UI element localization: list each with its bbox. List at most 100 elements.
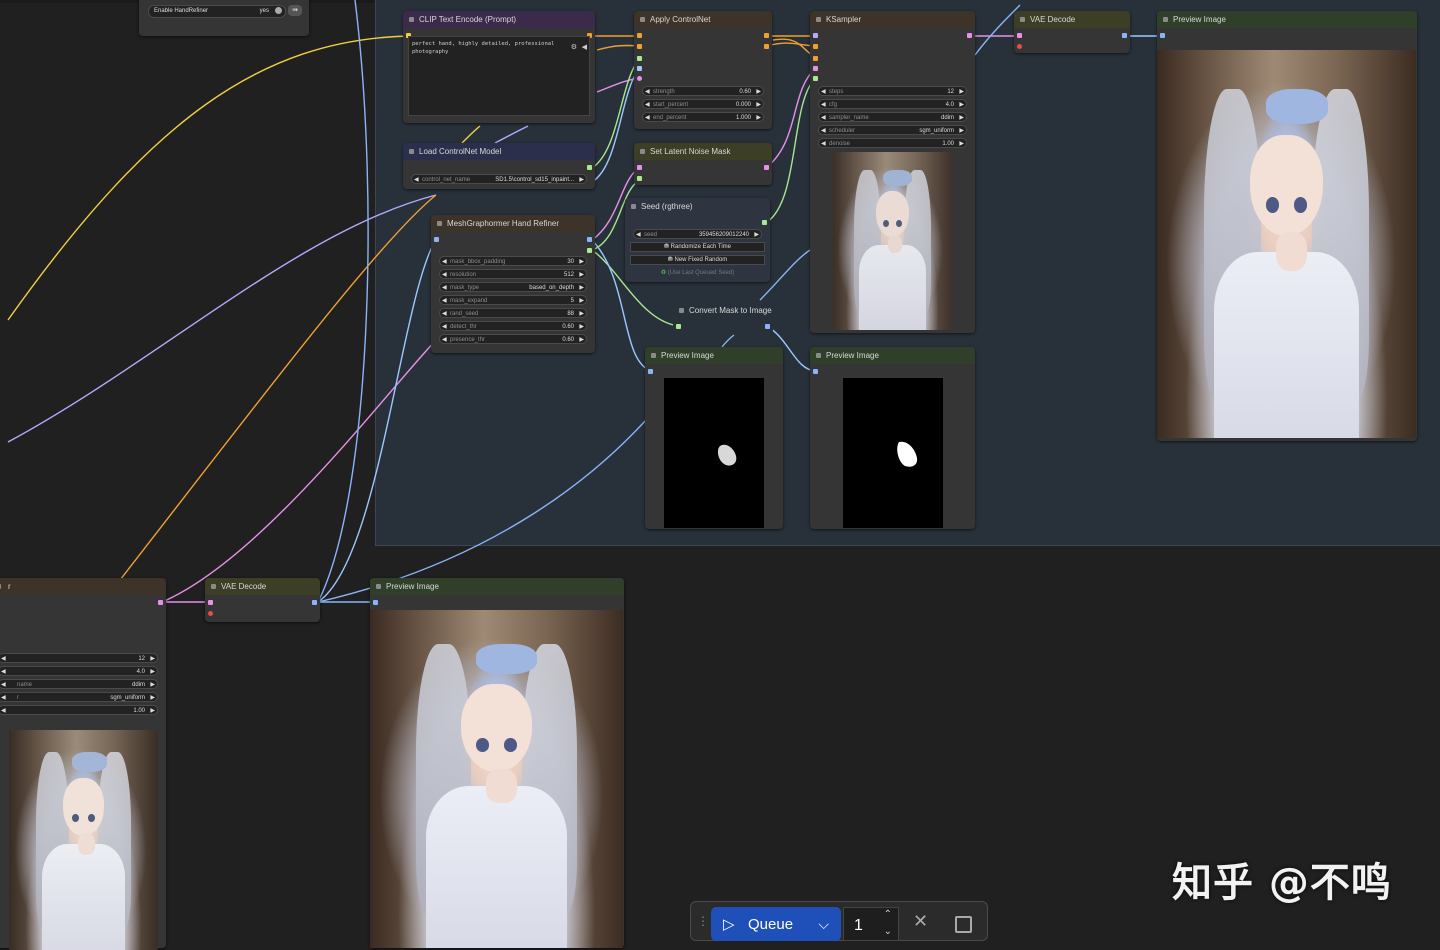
load-controlnet-node[interactable]: Load ControlNet Model control_net_name S… <box>403 143 595 189</box>
convert-mask-node[interactable]: Convert Mask to Image <box>673 302 773 334</box>
scheduler-widget[interactable]: scheduler sgm_uniform <box>818 125 967 136</box>
input-port[interactable] <box>1160 33 1165 38</box>
input-port[interactable] <box>637 176 642 181</box>
bottom-sampler-node[interactable]: r 12 4.0 name ddim r sgm_uniform 1.00 <box>0 578 166 950</box>
output-port[interactable] <box>967 33 972 38</box>
widget-value: ddim <box>940 115 954 121</box>
input-port[interactable] <box>637 56 642 61</box>
dice-icon: ⛃ <box>663 244 671 250</box>
cfg-widget[interactable]: cfg 4.0 <box>818 99 967 110</box>
mesh-graphormer-node[interactable]: MeshGraphormer Hand Refiner mask_bbox_pa… <box>431 215 595 353</box>
output-port[interactable] <box>765 324 770 329</box>
output-port[interactable] <box>764 165 769 170</box>
ksampler-node[interactable]: KSampler steps 12 cfg 4.0 sampler_name d… <box>810 11 975 333</box>
output-port[interactable] <box>587 237 592 242</box>
mask-bbox-padding-widget[interactable]: mask_bbox_padding 30 <box>439 256 587 267</box>
steps-widget[interactable]: 12 <box>0 653 158 664</box>
preview-image-mask2-node[interactable]: Preview Image <box>810 347 975 529</box>
latent-preview-image <box>9 730 158 950</box>
denoise-widget[interactable]: 1.00 <box>0 705 158 716</box>
mask-type-widget[interactable]: mask_type based_on_depth <box>439 282 587 293</box>
output-port[interactable] <box>762 220 767 225</box>
sampler-name-widget[interactable]: sampler_name ddim <box>818 112 967 123</box>
scheduler-widget[interactable]: r sgm_uniform <box>0 692 158 703</box>
output-port[interactable] <box>312 600 317 605</box>
widget-label: sampler_name <box>829 115 869 121</box>
seed-widget[interactable]: seed 359456209012240 <box>633 229 762 240</box>
widget-value: 4.0 <box>945 102 954 108</box>
stop-icon[interactable] <box>955 916 972 933</box>
drag-handle-icon[interactable]: ⋮ <box>697 914 709 928</box>
input-port[interactable] <box>373 600 378 605</box>
enable-handrefiner-toggle[interactable]: Enable HandRefiner yes <box>148 5 286 18</box>
clip-text-encode-node[interactable]: CLIP Text Encode (Prompt) perfect hand, … <box>403 11 595 123</box>
preview-image-top-node[interactable]: Preview Image <box>1157 11 1417 441</box>
widget-label: scheduler <box>829 128 856 134</box>
vae-decode-bottom-node[interactable]: VAE Decode <box>205 578 320 622</box>
start-percent-widget[interactable]: start_percent 0.000 <box>642 99 764 110</box>
input-port[interactable] <box>813 66 818 71</box>
randomize-each-time-button[interactable]: ⛃ Randomize Each Time <box>630 242 765 252</box>
input-port[interactable] <box>208 600 213 605</box>
output-port[interactable] <box>158 600 163 605</box>
set-latent-noise-mask-node[interactable]: Set Latent Noise Mask <box>634 143 772 185</box>
vae-decode-top-node[interactable]: VAE Decode <box>1014 11 1130 53</box>
input-port[interactable] <box>676 324 681 329</box>
input-port[interactable] <box>813 44 818 49</box>
watermark: 知乎 @不鸣 <box>1172 860 1392 906</box>
output-port[interactable] <box>587 248 592 253</box>
input-port[interactable] <box>637 44 642 49</box>
input-port[interactable] <box>637 33 642 38</box>
play-icon: ▷ <box>723 916 735 933</box>
gear-icon[interactable]: ⚙ <box>571 43 577 51</box>
batch-count-input[interactable]: 1 ⌃ ⌄ <box>843 907 899 941</box>
input-port[interactable] <box>1017 44 1022 49</box>
use-last-queued-seed-button[interactable]: ♻ (Use Last Queued Seed) <box>630 269 765 278</box>
input-port[interactable] <box>1017 33 1022 38</box>
end-percent-widget[interactable]: end_percent 1.000 <box>642 112 764 123</box>
queue-label: Queue <box>748 916 794 933</box>
input-port[interactable] <box>637 66 642 71</box>
speaker-icon[interactable]: ◀ <box>582 43 587 51</box>
toggle-action-button[interactable]: ⇛ <box>288 5 302 16</box>
apply-controlnet-node[interactable]: Apply ControlNet strength 0.60 start_per… <box>634 11 772 129</box>
input-port[interactable] <box>208 611 213 616</box>
sampler-name-widget[interactable]: name ddim <box>0 679 158 690</box>
mask-expand-widget[interactable]: mask_expand 5 <box>439 295 587 306</box>
prompt-textarea[interactable]: perfect hand, highly detailed, professio… <box>408 36 590 116</box>
preview-image-bottom-node[interactable]: Preview Image <box>370 578 624 948</box>
denoise-widget[interactable]: denoise 1.00 <box>818 138 967 149</box>
rand-seed-widget[interactable]: rand_seed 88 <box>439 308 587 319</box>
control-net-name-widget[interactable]: control_net_name SD1.5\control_sd15_inpa… <box>411 174 587 185</box>
widget-label: rand_seed <box>450 311 479 317</box>
output-port[interactable] <box>764 33 769 38</box>
close-icon[interactable]: ✕ <box>913 911 928 932</box>
input-port[interactable] <box>637 76 642 81</box>
input-port[interactable] <box>648 369 653 374</box>
input-port[interactable] <box>813 76 818 81</box>
output-port[interactable] <box>764 44 769 49</box>
preview-image-mask-node[interactable]: Preview Image <box>645 347 783 529</box>
input-port[interactable] <box>434 237 439 242</box>
toggle-knob <box>275 7 282 14</box>
cfg-widget[interactable]: 4.0 <box>0 666 158 677</box>
output-port[interactable] <box>587 165 592 170</box>
seed-node[interactable]: Seed (rgthree) seed 359456209012240 ⛃ Ra… <box>625 198 770 282</box>
decrement-icon[interactable]: ⌄ <box>884 914 892 950</box>
input-port[interactable] <box>813 56 818 61</box>
queue-button[interactable]: ▷ Queue ⌵ <box>711 907 841 941</box>
input-port[interactable] <box>813 369 818 374</box>
output-port[interactable] <box>1122 33 1127 38</box>
toggle-label: Enable HandRefiner <box>154 8 209 14</box>
presence-thr-widget[interactable]: presence_thr 0.60 <box>439 334 587 345</box>
input-port[interactable] <box>813 33 818 38</box>
wire-yellow-left <box>7 35 409 321</box>
node-title: Preview Image <box>810 347 975 364</box>
new-fixed-random-button[interactable]: ⛃ New Fixed Random <box>630 255 765 265</box>
widget-value: 12 <box>947 89 954 95</box>
strength-widget[interactable]: strength 0.60 <box>642 86 764 97</box>
detect-thr-widget[interactable]: detect_thr 0.60 <box>439 321 587 332</box>
input-port[interactable] <box>637 165 642 170</box>
steps-widget[interactable]: steps 12 <box>818 86 967 97</box>
resolution-widget[interactable]: resolution 512 <box>439 269 587 280</box>
